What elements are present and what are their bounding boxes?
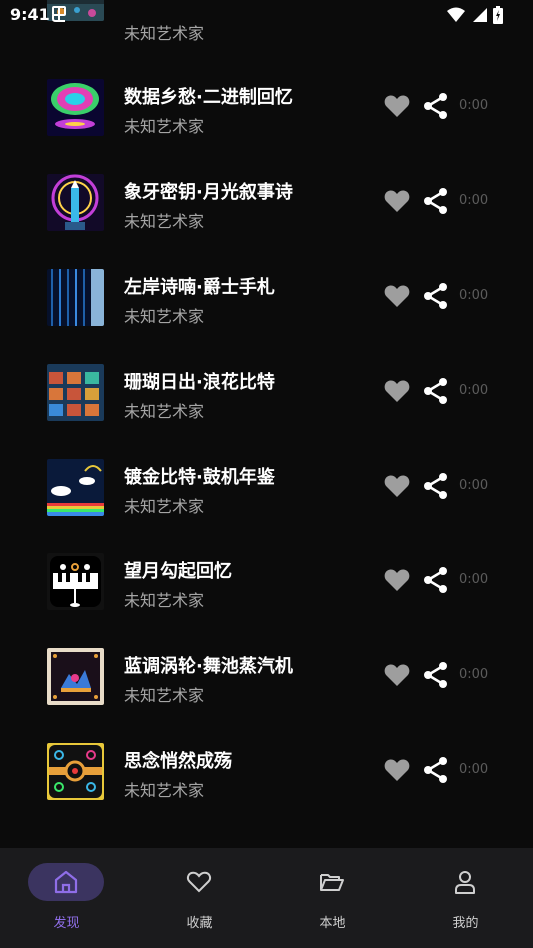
- track-title: 数据乡愁·二进制回忆: [124, 87, 293, 108]
- share-button[interactable]: [423, 282, 449, 310]
- track-row[interactable]: 思念悄然成殇 未知艺术家 0:00: [0, 743, 533, 838]
- signal-icon: [473, 8, 487, 22]
- album-cover: [47, 79, 104, 136]
- like-button[interactable]: [384, 379, 410, 403]
- battery-icon: [493, 6, 503, 24]
- track-duration: 0:00: [459, 667, 489, 682]
- track-artist: 未知艺术家: [124, 117, 205, 136]
- track-duration: 0:00: [459, 98, 489, 113]
- track-artist: 未知艺术家: [124, 686, 205, 705]
- nav-favorites[interactable]: 收藏: [133, 848, 266, 948]
- share-icon: [424, 188, 447, 214]
- track-row[interactable]: 蓝调涡轮·舞池蒸汽机 未知艺术家 0:00: [0, 648, 533, 743]
- track-row[interactable]: 镀金比特·鼓机年鉴 未知艺术家 0:00: [0, 459, 533, 554]
- track-duration: 0:00: [459, 478, 489, 493]
- album-cover: [47, 364, 104, 421]
- album-cover: [47, 269, 104, 326]
- track-title: 珊瑚日出·浪花比特: [124, 372, 275, 393]
- track-duration: 0:00: [459, 572, 489, 587]
- track-duration: 0:00: [459, 383, 489, 398]
- share-button[interactable]: [423, 187, 449, 215]
- share-icon: [424, 93, 447, 119]
- track-row[interactable]: 望月勾起回忆 未知艺术家 0:00: [0, 553, 533, 648]
- track-duration: 0:00: [459, 193, 489, 208]
- like-button[interactable]: [384, 474, 410, 498]
- nav-label: 本地: [319, 916, 346, 931]
- album-cover: [47, 174, 104, 231]
- track-artist: 未知艺术家: [124, 307, 205, 326]
- track-list[interactable]: 未知艺术家 数据乡愁·二进制回忆 未知艺术家 0:00 象牙密钥·月光叙事诗 未…: [0, 0, 533, 848]
- status-time: 9:41: [10, 5, 50, 24]
- heart-outline-icon: [186, 871, 212, 893]
- like-button[interactable]: [384, 568, 410, 592]
- like-button[interactable]: [384, 189, 410, 213]
- track-row[interactable]: 象牙密钥·月光叙事诗 未知艺术家 0:00: [0, 174, 533, 269]
- track-title: 望月勾起回忆: [124, 561, 232, 582]
- track-artist: 未知艺术家: [124, 402, 205, 421]
- share-icon: [424, 757, 447, 783]
- album-cover: [47, 459, 104, 516]
- share-button[interactable]: [423, 566, 449, 594]
- nav-label: 发现: [53, 916, 80, 931]
- track-artist: 未知艺术家: [124, 497, 205, 516]
- notification-icon: [50, 5, 68, 27]
- heart-icon: [384, 664, 410, 686]
- share-icon: [424, 473, 447, 499]
- track-artist: 未知艺术家: [124, 212, 205, 231]
- heart-icon: [384, 569, 410, 591]
- bottom-nav: 发现 收藏 本地 我的: [0, 848, 533, 948]
- track-row[interactable]: 珊瑚日出·浪花比特 未知艺术家 0:00: [0, 364, 533, 459]
- album-cover: [47, 553, 104, 610]
- nav-profile[interactable]: 我的: [399, 848, 532, 948]
- track-duration: 0:00: [459, 762, 489, 777]
- like-button[interactable]: [384, 663, 410, 687]
- share-icon: [424, 283, 447, 309]
- nav-label: 我的: [452, 916, 479, 931]
- status-bar: 9:41: [0, 0, 533, 30]
- share-icon: [424, 378, 447, 404]
- track-row[interactable]: 左岸诗喃·爵士手札 未知艺术家 0:00: [0, 269, 533, 364]
- home-icon: [54, 870, 78, 894]
- track-row[interactable]: 数据乡愁·二进制回忆 未知艺术家 0:00: [0, 79, 533, 174]
- track-title: 蓝调涡轮·舞池蒸汽机: [124, 656, 293, 677]
- like-button[interactable]: [384, 284, 410, 308]
- heart-icon: [384, 475, 410, 497]
- track-artist: 未知艺术家: [124, 591, 205, 610]
- share-button[interactable]: [423, 756, 449, 784]
- track-duration: 0:00: [459, 288, 489, 303]
- share-button[interactable]: [423, 661, 449, 689]
- nav-discover[interactable]: 发现: [0, 848, 133, 948]
- heart-icon: [384, 95, 410, 117]
- track-title: 思念悄然成殇: [124, 751, 232, 772]
- person-icon: [455, 871, 475, 894]
- track-title: 左岸诗喃·爵士手札: [124, 277, 275, 298]
- like-button[interactable]: [384, 758, 410, 782]
- heart-icon: [384, 380, 410, 402]
- share-button[interactable]: [423, 472, 449, 500]
- nav-local[interactable]: 本地: [266, 848, 399, 948]
- nav-label: 收藏: [186, 916, 213, 931]
- share-icon: [424, 567, 447, 593]
- folder-open-icon: [320, 874, 344, 891]
- share-button[interactable]: [423, 377, 449, 405]
- heart-icon: [384, 759, 410, 781]
- heart-icon: [384, 285, 410, 307]
- like-button[interactable]: [384, 94, 410, 118]
- wifi-icon: [447, 7, 465, 22]
- track-title: 镀金比特·鼓机年鉴: [124, 467, 275, 488]
- album-cover: [47, 743, 104, 800]
- status-icons: [447, 6, 503, 24]
- share-icon: [424, 662, 447, 688]
- track-title: 象牙密钥·月光叙事诗: [124, 182, 293, 203]
- share-button[interactable]: [423, 92, 449, 120]
- album-cover: [47, 648, 104, 705]
- track-artist: 未知艺术家: [124, 781, 205, 800]
- heart-icon: [384, 190, 410, 212]
